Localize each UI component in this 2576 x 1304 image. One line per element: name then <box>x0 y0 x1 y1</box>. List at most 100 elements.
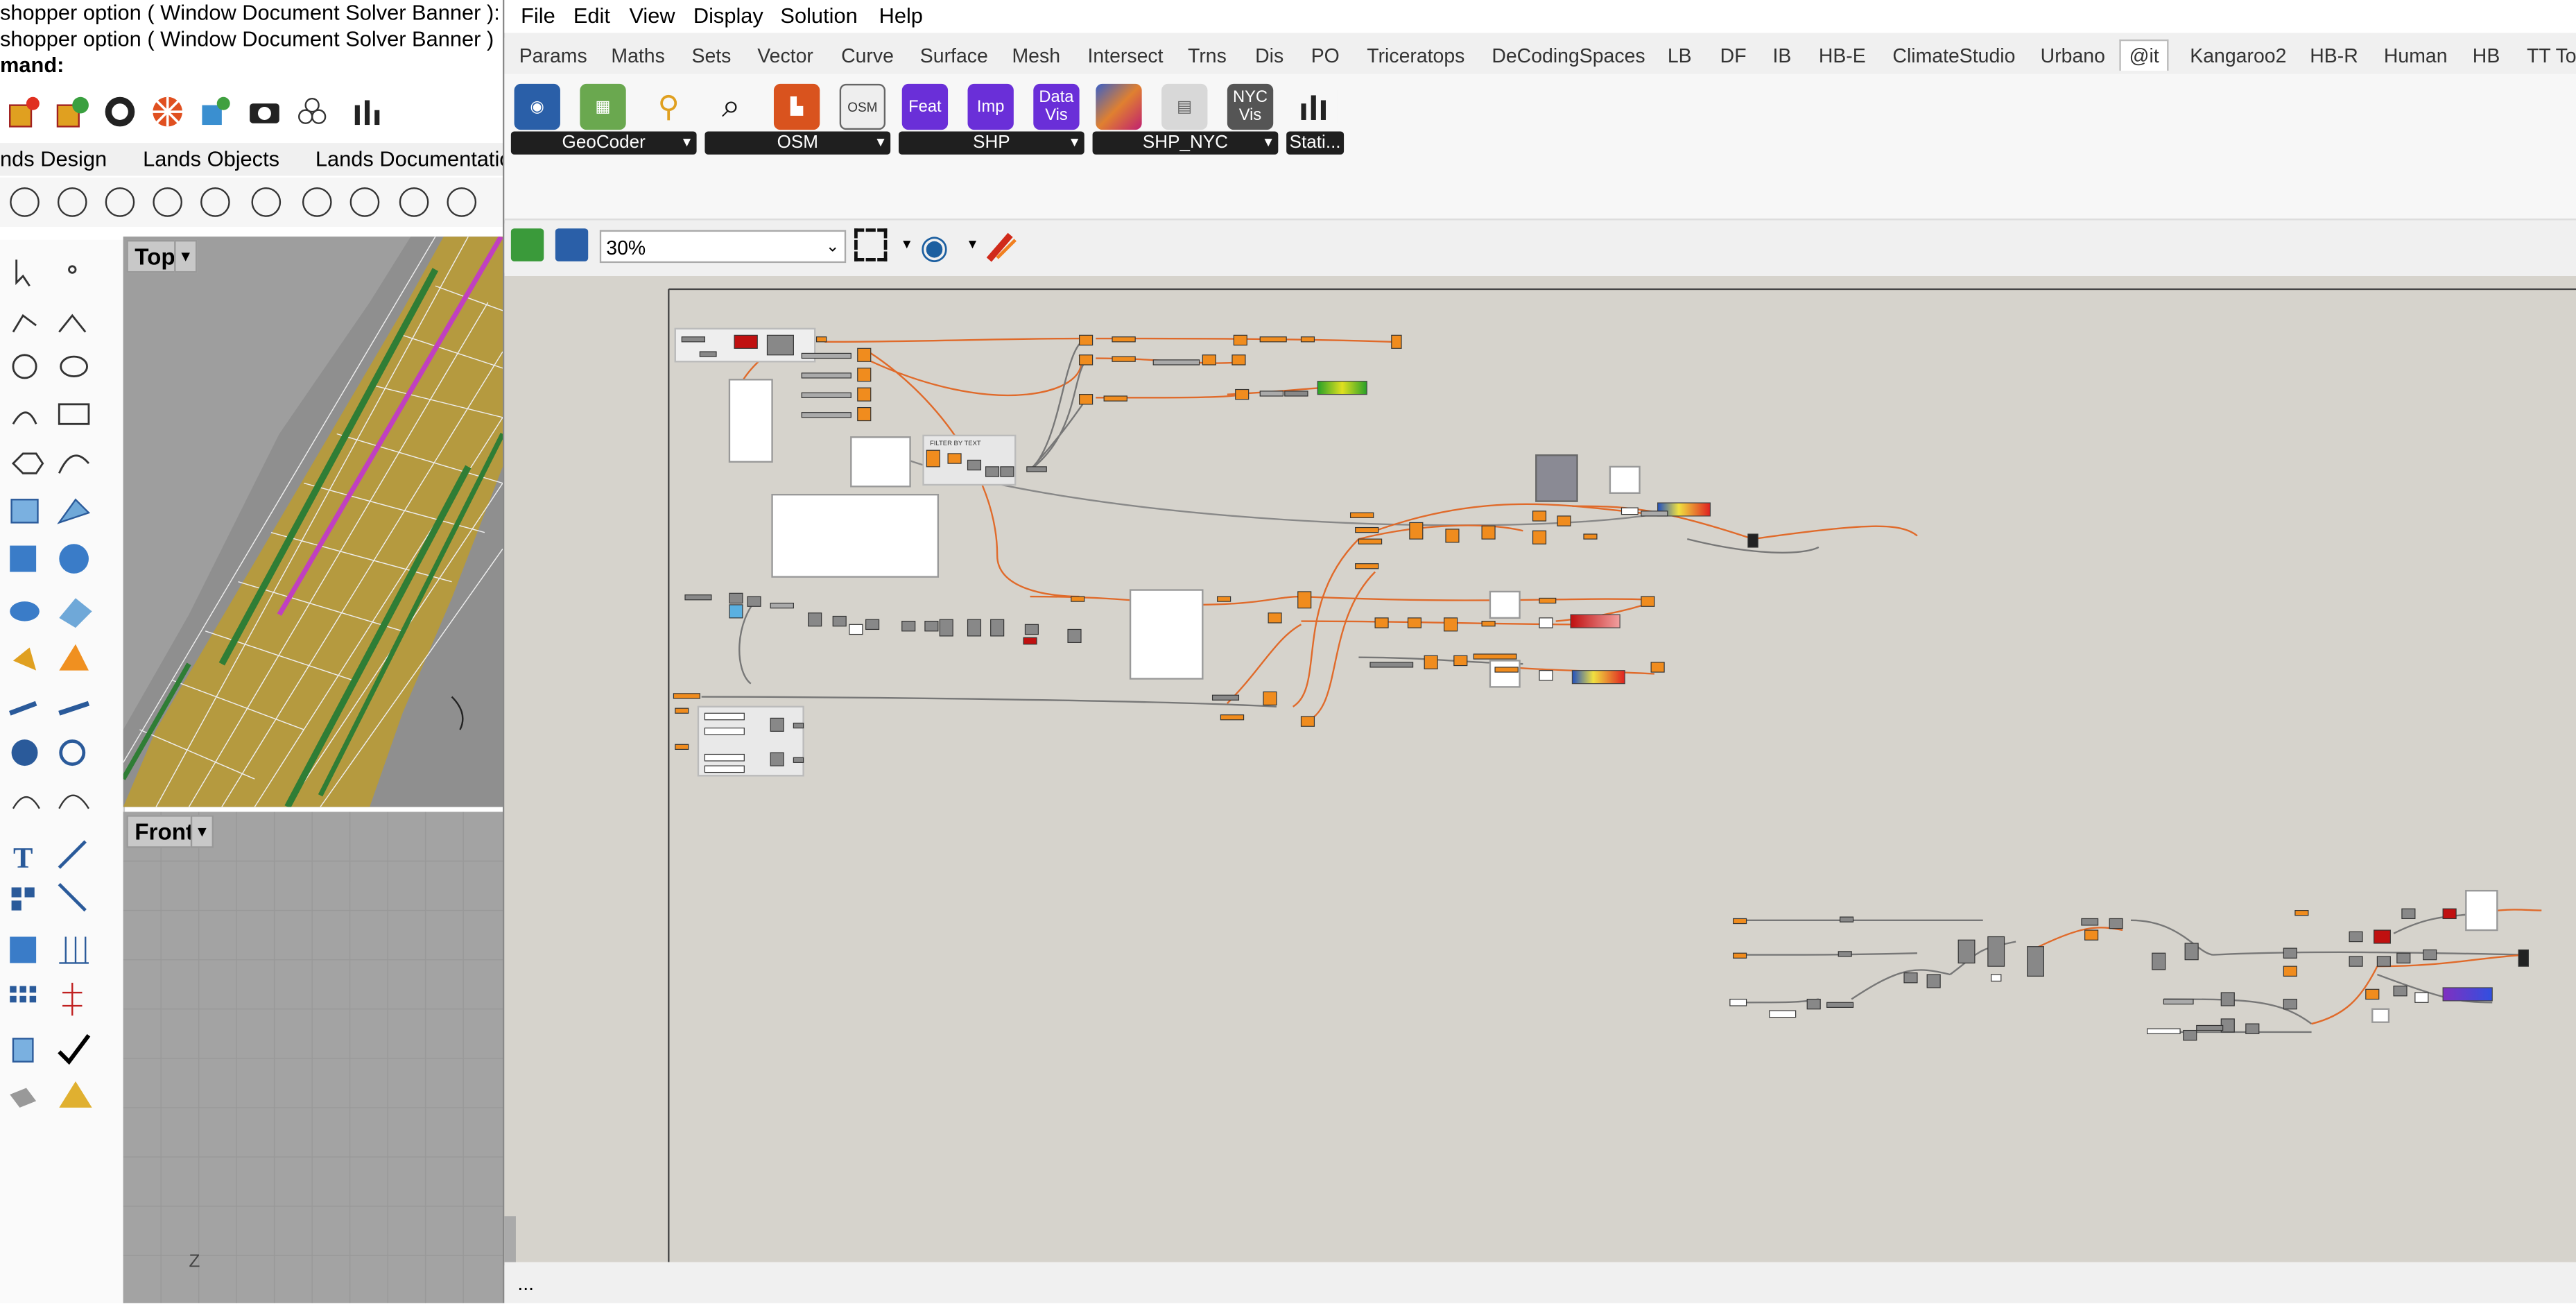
gh-component[interactable] <box>1539 617 1553 628</box>
gh-component[interactable] <box>2027 946 2045 977</box>
gh-component[interactable] <box>1444 617 1458 632</box>
gh-component[interactable] <box>2414 992 2429 1003</box>
gh-component[interactable] <box>1079 394 1093 405</box>
gh-component[interactable] <box>1453 655 1468 667</box>
gh-component[interactable] <box>1409 522 1424 540</box>
gh-component[interactable] <box>1079 334 1093 346</box>
gh-component[interactable] <box>2374 929 2391 944</box>
tab-urbano[interactable]: Urbano <box>2041 44 2105 67</box>
canvas-scrollbar[interactable] <box>504 1216 516 1262</box>
osm-icon[interactable]: OSM <box>839 83 886 130</box>
map-icon[interactable]: ▦ <box>580 83 626 130</box>
viewport-top[interactable]: Top ▼ <box>123 237 503 807</box>
tab-decodingspaces[interactable]: DeCodingSpaces <box>1492 44 1645 67</box>
gh-component[interactable] <box>1079 354 1093 366</box>
gh-component[interactable] <box>1539 597 1557 604</box>
gh-component[interactable] <box>1000 466 1014 477</box>
zoom-all-icon[interactable] <box>302 187 332 217</box>
palette-icon[interactable] <box>1096 83 1142 130</box>
gh-component[interactable] <box>1445 529 1460 543</box>
tab-surface[interactable]: Surface <box>920 44 988 67</box>
gh-component[interactable] <box>1424 655 1438 669</box>
gh-component[interactable] <box>1024 624 1039 635</box>
gh-component[interactable] <box>808 612 822 627</box>
gh-component[interactable] <box>704 712 745 721</box>
gh-component[interactable] <box>849 624 863 635</box>
gh-component[interactable] <box>2283 947 2297 959</box>
dropdown-caret-icon[interactable]: ▼ <box>966 237 979 251</box>
gh-component[interactable] <box>2396 952 2411 964</box>
gh-component[interactable] <box>1840 916 1854 923</box>
tab-triceratops[interactable]: Triceratops <box>1367 44 1464 67</box>
menu-display[interactable]: Display <box>693 3 763 28</box>
gh-component[interactable] <box>1838 951 1852 957</box>
gh-component[interactable] <box>2442 908 2457 920</box>
tab-lands-documentation[interactable]: Lands Documentatio <box>315 146 512 171</box>
dropdown-caret-icon[interactable]: ▼ <box>900 237 913 251</box>
gh-component[interactable] <box>2084 929 2099 941</box>
menu-file[interactable]: File <box>521 3 555 28</box>
gh-component[interactable] <box>1641 596 1655 607</box>
viewport-front[interactable]: Front ▼ Z <box>123 812 503 1303</box>
gh-component[interactable] <box>1349 512 1374 518</box>
gh-component[interactable] <box>990 619 1005 637</box>
gh-component[interactable] <box>747 596 761 607</box>
feat-button[interactable]: Feat <box>901 83 949 130</box>
grasshopper-canvas[interactable]: FILTER BY TEXT <box>504 276 2576 1262</box>
gh-component[interactable] <box>2294 909 2309 916</box>
gh-component[interactable] <box>2283 998 2297 1010</box>
tab-sets[interactable]: Sets <box>691 44 731 67</box>
gh-component[interactable] <box>967 619 982 637</box>
tab-lb[interactable]: LB <box>1668 44 1692 67</box>
gh-component[interactable] <box>2184 943 2199 961</box>
gh-component[interactable] <box>967 459 982 471</box>
gh-component[interactable] <box>684 594 712 601</box>
sun-path-icon[interactable] <box>199 95 232 128</box>
gh-component[interactable] <box>1532 511 1547 522</box>
gh-component[interactable] <box>704 753 745 762</box>
tab-df[interactable]: DF <box>1720 44 1747 67</box>
tab-human[interactable]: Human <box>2384 44 2448 67</box>
gh-component[interactable] <box>1103 395 1127 402</box>
gh-component[interactable] <box>729 592 743 604</box>
tab-intersect[interactable]: Intersect <box>1087 44 1163 67</box>
eye-icon[interactable]: ◉ <box>920 227 949 268</box>
gh-component[interactable] <box>2147 1028 2181 1034</box>
gh-component[interactable] <box>1263 691 1277 706</box>
nyc-vis-button[interactable]: NYC Vis <box>1227 83 1274 130</box>
expand-arrow-icon[interactable]: ▼ <box>1262 132 1275 155</box>
open-file-icon[interactable] <box>510 228 544 261</box>
gh-component[interactable] <box>1729 998 1747 1006</box>
gh-component[interactable] <box>1233 334 1247 346</box>
gh-component[interactable] <box>1112 356 1136 362</box>
tab-kangaroo2[interactable]: Kangaroo2 <box>2190 44 2286 67</box>
expand-arrow-icon[interactable]: ▼ <box>874 132 888 155</box>
menu-solution[interactable]: Solution <box>780 3 857 28</box>
gh-component[interactable] <box>2518 949 2529 967</box>
gh-component[interactable] <box>1220 714 1245 721</box>
gh-component[interactable] <box>1369 662 1414 668</box>
rotate-360-icon[interactable] <box>447 187 477 217</box>
gh-component[interactable] <box>1957 939 1976 964</box>
gh-component[interactable] <box>1297 591 1312 609</box>
gh-component[interactable] <box>1358 538 1383 544</box>
tab-curve[interactable]: Curve <box>841 44 894 67</box>
imp-button[interactable]: Imp <box>967 83 1014 130</box>
pan-icon[interactable] <box>10 187 40 217</box>
gh-component[interactable] <box>857 406 872 422</box>
gh-component[interactable] <box>766 334 794 356</box>
chevron-down-icon[interactable]: ⌄ <box>826 232 840 264</box>
gh-component[interactable] <box>1071 596 1085 602</box>
bar-chart-icon[interactable] <box>352 95 384 128</box>
gh-component[interactable] <box>1990 974 2002 982</box>
tab-po[interactable]: PO <box>1311 44 1340 67</box>
gh-component[interactable] <box>857 348 872 362</box>
zoom-icon[interactable] <box>105 187 135 217</box>
tab-trns[interactable]: Trns <box>1188 44 1227 67</box>
gh-component[interactable] <box>1259 336 1287 343</box>
zoom-select[interactable]: 30% ⌄ <box>599 230 847 264</box>
gh-component[interactable] <box>857 368 872 382</box>
gh-component[interactable] <box>1481 621 1496 627</box>
sketch-brush-icon[interactable] <box>984 228 1017 262</box>
gh-component[interactable] <box>1539 670 1553 681</box>
